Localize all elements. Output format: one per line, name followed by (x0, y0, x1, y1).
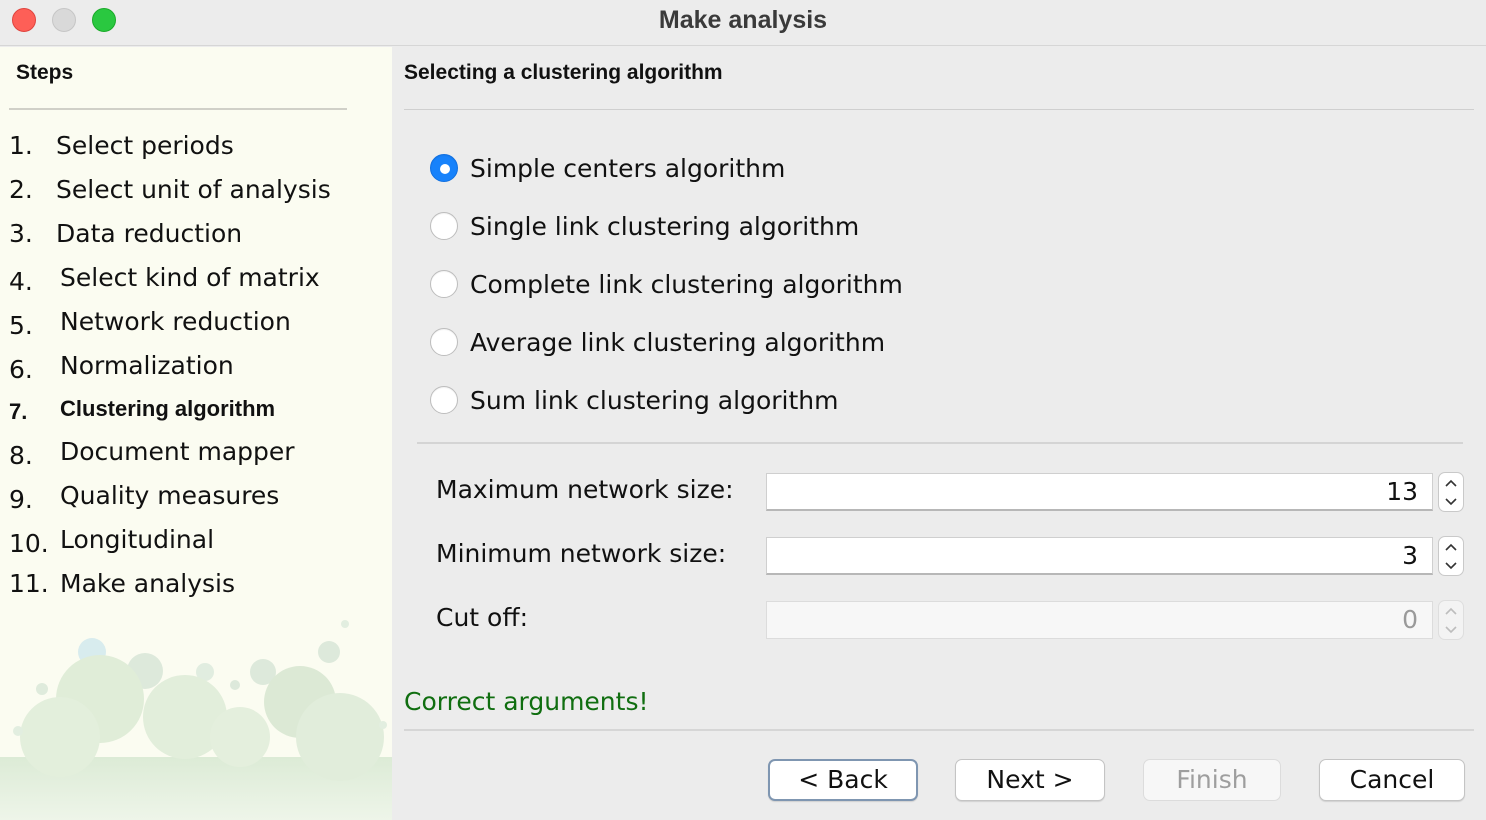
radio-sum-link[interactable]: Sum link clustering algorithm (430, 380, 838, 420)
window-title: Make analysis (658, 6, 828, 34)
decorative-bubbles-image (0, 620, 392, 820)
min-network-size-stepper[interactable] (1438, 536, 1464, 576)
chevron-down-icon (1439, 620, 1463, 639)
cut-off-input: 0 (766, 601, 1433, 639)
back-button[interactable]: < Back (768, 759, 918, 801)
radio-button[interactable] (430, 328, 458, 356)
radio-label: Simple centers algorithm (470, 153, 786, 183)
cut-off-stepper (1438, 600, 1464, 640)
step-label: Select unit of analysis (56, 175, 331, 204)
radio-single-link[interactable]: Single link clustering algorithm (430, 206, 859, 246)
step-number: 5. (9, 311, 33, 340)
step-number: 6. (9, 355, 33, 384)
radio-button[interactable] (430, 270, 458, 298)
max-network-size-label: Maximum network size: (436, 475, 734, 504)
max-network-size-stepper[interactable] (1438, 472, 1464, 512)
step-label: Document mapper (60, 437, 295, 466)
radio-simple-centers[interactable]: Simple centers algorithm (430, 148, 785, 188)
radio-label: Single link clustering algorithm (470, 211, 860, 241)
step-label: Select kind of matrix (60, 263, 320, 292)
steps-sidebar: Steps 1. Select periods 2. Select unit o… (0, 47, 392, 820)
chevron-down-icon[interactable] (1439, 492, 1463, 511)
step-number: 8. (9, 441, 33, 470)
step-label: Normalization (60, 351, 234, 380)
step-number: 9. (9, 485, 33, 514)
step-number: 2. (9, 175, 33, 204)
radio-complete-link[interactable]: Complete link clustering algorithm (430, 264, 903, 304)
step-label: Data reduction (56, 219, 243, 248)
radio-button[interactable] (430, 212, 458, 240)
step-number: 7. (9, 399, 28, 424)
status-message: Correct arguments! (404, 687, 649, 716)
steps-divider (9, 108, 347, 110)
radio-label: Sum link clustering algorithm (470, 385, 839, 415)
min-network-size-label: Minimum network size: (436, 539, 727, 568)
step-label: Select periods (56, 131, 234, 160)
options-divider (417, 442, 1463, 444)
cancel-button[interactable]: Cancel (1319, 759, 1465, 801)
radio-label: Average link clustering algorithm (470, 327, 886, 357)
step-number: 11. (9, 569, 49, 598)
title-divider (404, 109, 1474, 110)
chevron-up-icon (1439, 601, 1463, 620)
chevron-up-icon[interactable] (1439, 473, 1463, 492)
radio-button[interactable] (430, 386, 458, 414)
radio-label: Complete link clustering algorithm (470, 269, 903, 299)
radio-button-selected[interactable] (430, 154, 458, 182)
step-number: 1. (9, 131, 33, 160)
step-number: 10. (9, 529, 49, 558)
chevron-down-icon[interactable] (1439, 556, 1463, 575)
cut-off-label: Cut off: (436, 603, 528, 632)
min-network-size-input[interactable]: 3 (766, 537, 1433, 575)
title-bar: Make analysis (0, 0, 1486, 46)
buttons-divider (404, 729, 1474, 731)
step-number: 3. (9, 219, 33, 248)
step-label: Longitudinal (60, 525, 215, 554)
step-number: 4. (9, 267, 33, 296)
step-label: Clustering algorithm (60, 396, 276, 421)
chevron-up-icon[interactable] (1439, 537, 1463, 556)
steps-heading: Steps (16, 61, 74, 84)
page-title: Selecting a clustering algorithm (404, 61, 723, 84)
next-button[interactable]: Next > (955, 759, 1105, 801)
step-label: Make analysis (60, 569, 236, 598)
radio-average-link[interactable]: Average link clustering algorithm (430, 322, 885, 362)
finish-button: Finish (1143, 759, 1281, 801)
main-panel: Selecting a clustering algorithm Simple … (392, 47, 1486, 820)
max-network-size-input[interactable]: 13 (766, 473, 1433, 511)
step-label: Quality measures (60, 481, 280, 510)
step-label: Network reduction (60, 307, 291, 336)
